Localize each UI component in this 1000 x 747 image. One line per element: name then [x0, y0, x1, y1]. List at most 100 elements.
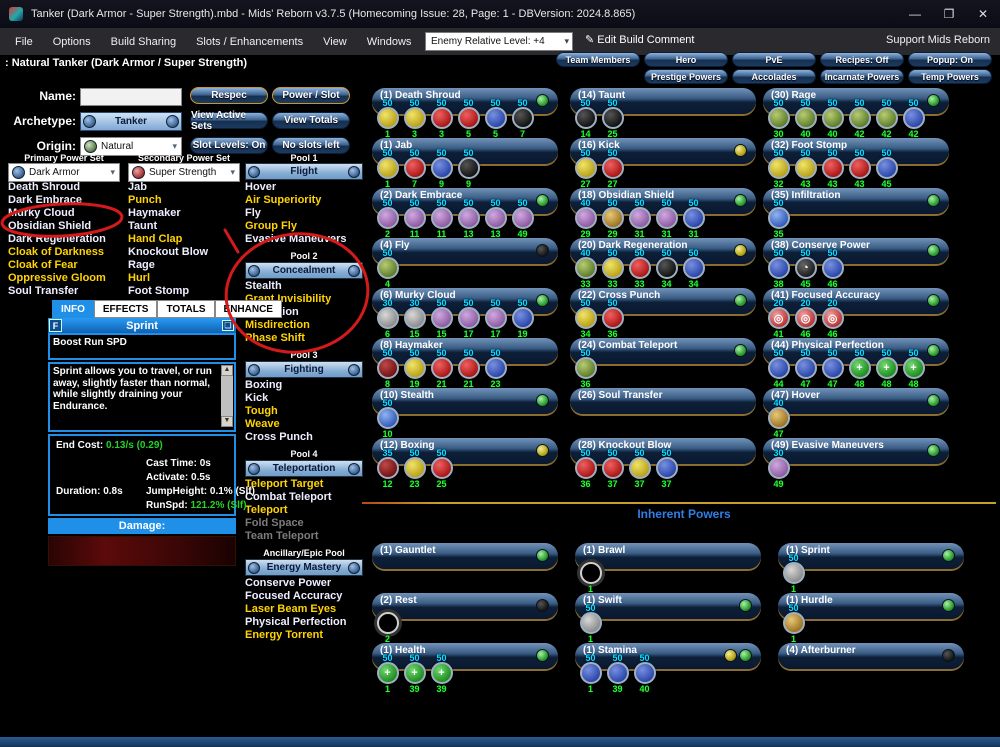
power-taunt[interactable]: (14) Taunt50145025 [570, 88, 766, 138]
power-haymaker[interactable]: (8) Haymaker5085019502150215023 [372, 338, 568, 388]
enhancement-slot[interactable]: 507 [509, 99, 536, 138]
enhancement-slot[interactable]: 504 [374, 249, 401, 288]
power-list-item-hurl[interactable]: Hurl [128, 272, 240, 284]
enhancement-slot[interactable]: 5042 [900, 99, 927, 138]
led-green-icon[interactable] [927, 94, 940, 107]
power-list-item-cloak-of-darkness[interactable]: Cloak of Darkness [8, 246, 120, 258]
enhancement-slot[interactable]: 508 [374, 349, 401, 388]
archetype-prev-icon[interactable] [83, 115, 96, 128]
led-green-icon[interactable] [927, 244, 940, 257]
enhancement-slot[interactable]: 50+39 [401, 654, 428, 693]
power-list-item-punch[interactable]: Punch [128, 194, 240, 206]
enhancement-slot[interactable]: 5040 [819, 99, 846, 138]
enhancement-slot[interactable]: 3512 [374, 449, 401, 488]
enhancement-slot[interactable]: 3015 [401, 299, 428, 338]
support-mids-reborn-link[interactable]: Support Mids Reborn [886, 34, 990, 46]
enhancement-slot[interactable]: 5036 [599, 299, 626, 338]
enhancement-slot[interactable]: 505 [455, 99, 482, 138]
tab-totals[interactable]: TOTALS [157, 300, 214, 318]
enhancement-slot[interactable]: 20◎46 [792, 299, 819, 338]
power-gauntlet[interactable]: (1) Gauntlet [372, 543, 568, 593]
enhancement-slot[interactable]: 5042 [846, 99, 873, 138]
power-health[interactable]: (1) Health50+150+3950+39 [372, 643, 568, 693]
power-list-item-taunt[interactable]: Taunt [128, 220, 240, 232]
led-black-icon[interactable] [942, 649, 955, 662]
top-button-temp-powers[interactable]: Temp Powers [908, 69, 992, 84]
power-rage[interactable]: (30) Rage503050405040504250425042 [763, 88, 959, 138]
enhancement-slot[interactable]: 5036 [572, 449, 599, 488]
enhancement-slot[interactable]: 5033 [626, 249, 653, 288]
enhancement-slot[interactable]: 306 [374, 299, 401, 338]
power-dark-embrace[interactable]: (2) Dark Embrace50250115011501350135049 [372, 188, 568, 238]
power-list-item-fly[interactable]: Fly [245, 207, 363, 219]
tab-enhance[interactable]: ENHANCE [215, 300, 282, 318]
name-input[interactable] [80, 88, 182, 106]
led-green-icon[interactable] [536, 549, 549, 562]
power-stealth[interactable]: (10) Stealth5010 [372, 388, 568, 438]
power-list-item-laser-beam-eyes[interactable]: Laser Beam Eyes [245, 603, 363, 615]
enemy-relative-level-dropdown[interactable]: Enemy Relative Level: +4 ▾ [425, 32, 573, 51]
enhancement-slot[interactable]: 5039 [604, 654, 631, 693]
power-list-item-tough[interactable]: Tough [245, 405, 363, 417]
enhancement-slot[interactable]: 5019 [509, 299, 536, 338]
power-death-shroud[interactable]: (1) Death Shroud501503503505505507 [372, 88, 568, 138]
enhancement-slot[interactable]: 5034 [653, 249, 680, 288]
power-stamina[interactable]: (1) Stamina50150395040 [575, 643, 771, 693]
pool-icon-right[interactable] [348, 265, 360, 277]
enhancement-slot[interactable]: 50+39 [428, 654, 455, 693]
menu-item-view[interactable]: View [313, 36, 357, 48]
top-button-team-members[interactable]: Team Members [556, 52, 640, 67]
led-green-icon[interactable] [942, 599, 955, 612]
led-green-icon[interactable] [739, 599, 752, 612]
enhancement-slot[interactable]: 5035 [765, 199, 792, 238]
led-green-icon[interactable] [734, 294, 747, 307]
power-list-item-jab[interactable]: Jab [128, 181, 240, 193]
enhancement-slot[interactable]: 5042 [873, 99, 900, 138]
top-button-accolades[interactable]: Accolades [732, 69, 816, 84]
enhancement-slot[interactable]: 5031 [680, 199, 707, 238]
enhancement-slot[interactable]: 50+1 [374, 654, 401, 693]
power-murky-cloud[interactable]: (6) Murky Cloud30630155015501750175019 [372, 288, 568, 338]
enhancement-slot[interactable]: 5040 [631, 654, 658, 693]
power-list-item-foot-stomp[interactable]: Foot Stomp [128, 285, 240, 297]
enhancement-slot[interactable]: 5023 [401, 449, 428, 488]
power-swift[interactable]: (1) Swift501 [575, 593, 771, 643]
enhancement-slot[interactable]: 5017 [482, 299, 509, 338]
led-yellow-icon[interactable] [734, 244, 747, 257]
top-button-pve[interactable]: PvE [732, 52, 816, 67]
enhancement-slot[interactable]: 509 [428, 149, 455, 188]
led-black-icon[interactable] [536, 244, 549, 257]
enhancement-slot[interactable]: 5043 [846, 149, 873, 188]
power-list-item-haymaker[interactable]: Haymaker [128, 207, 240, 219]
power-list-item-air-superiority[interactable]: Air Superiority [245, 194, 363, 206]
power-list-item-physical-perfection[interactable]: Physical Perfection [245, 616, 363, 628]
power-list-item-boxing[interactable]: Boxing [245, 379, 363, 391]
power-list-item-kick[interactable]: Kick [245, 392, 363, 404]
enhancement-slot[interactable]: 501 [780, 604, 807, 643]
enhancement-slot[interactable]: 5014 [572, 99, 599, 138]
power-list-item-hand-clap[interactable]: Hand Clap [128, 233, 240, 245]
power-boxing[interactable]: (12) Boxing351250235025 [372, 438, 568, 488]
power-rest[interactable]: (2) Rest2 [372, 593, 568, 643]
pool-icon-left[interactable] [248, 364, 260, 376]
power-hover[interactable]: (47) Hover4047 [763, 388, 959, 438]
enhancement-slot[interactable]: 5015 [428, 299, 455, 338]
enhancement-slot[interactable]: 4029 [572, 199, 599, 238]
enhancement-slot[interactable]: 501 [374, 99, 401, 138]
description-scrollbar[interactable]: ▲ ▼ [221, 365, 233, 427]
led-green-icon[interactable] [536, 394, 549, 407]
view-totals-button[interactable]: View Totals [272, 112, 350, 129]
enhancement-slot[interactable]: 5021 [428, 349, 455, 388]
enhancement-slot[interactable]: 5021 [455, 349, 482, 388]
led-yellow-icon[interactable] [536, 444, 549, 457]
enhancement-slot[interactable]: 50◔45 [792, 249, 819, 288]
no-slots-left-button[interactable]: No slots left [272, 137, 350, 154]
power-fly[interactable]: (4) Fly504 [372, 238, 568, 288]
enhancement-slot[interactable]: 503 [401, 99, 428, 138]
enhancement-slot[interactable]: 5043 [792, 149, 819, 188]
power-list-item-stealth[interactable]: Stealth [245, 280, 363, 292]
power-evasive-maneuvers[interactable]: (49) Evasive Maneuvers3049 [763, 438, 959, 488]
enhancement-slot[interactable]: 5011 [401, 199, 428, 238]
led-green-icon[interactable] [536, 94, 549, 107]
led-green-icon[interactable] [734, 344, 747, 357]
